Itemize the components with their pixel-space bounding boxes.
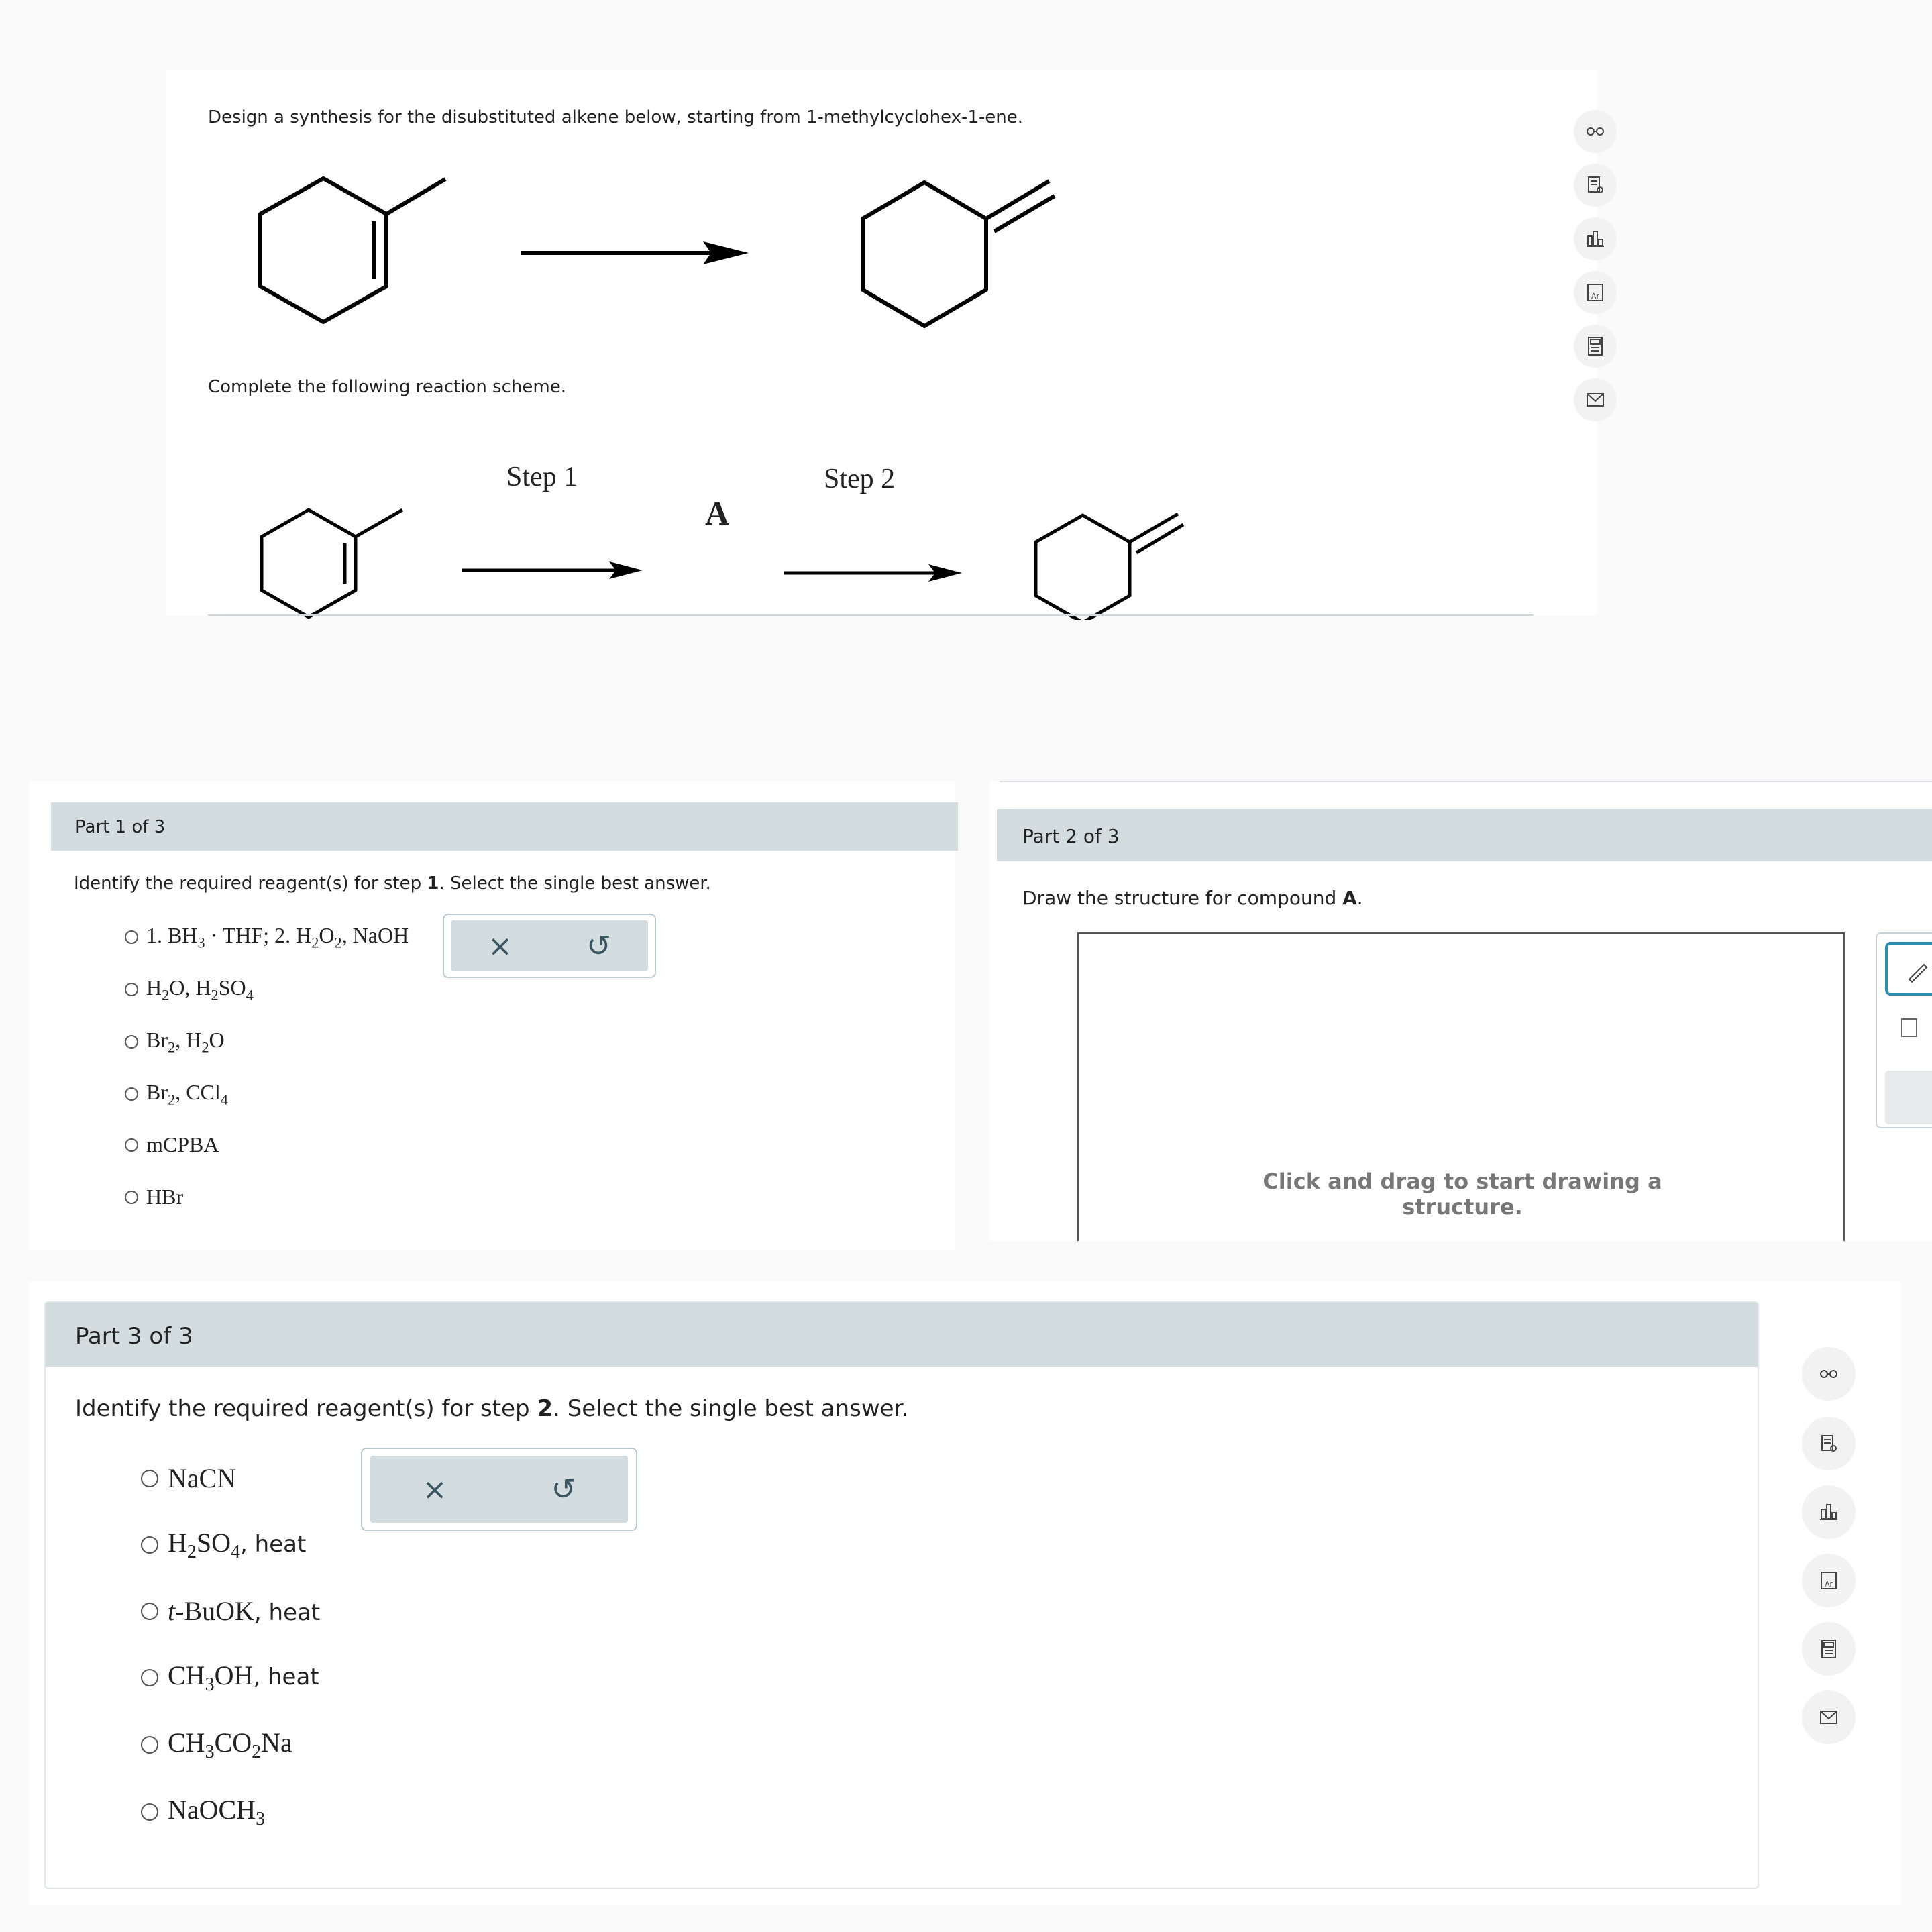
option-label: NaCN bbox=[168, 1463, 237, 1493]
part1-option[interactable]: HBr bbox=[125, 1185, 183, 1210]
glasses-icon[interactable] bbox=[1574, 110, 1617, 153]
part1-option[interactable]: mCPBA bbox=[125, 1132, 219, 1157]
option-label: H2SO4, heat bbox=[168, 1527, 307, 1562]
step1-label: Step 1 bbox=[506, 462, 578, 492]
part1-header: Part 1 of 3 bbox=[51, 802, 958, 851]
radio-button[interactable] bbox=[125, 983, 138, 997]
part3-option[interactable]: t-BuOK, heat bbox=[141, 1595, 320, 1627]
question-card: Design a synthesis for the disubstituted… bbox=[166, 70, 1597, 620]
clear-button[interactable]: × bbox=[423, 1472, 447, 1507]
toolbar-bottom: Ar bbox=[1802, 1347, 1856, 1750]
radio-button[interactable] bbox=[125, 1138, 138, 1152]
part1-card: Part 1 of 3 Identify the required reagen… bbox=[30, 781, 958, 1250]
radio-button[interactable] bbox=[141, 1669, 158, 1686]
svg-text:Ar: Ar bbox=[1591, 292, 1600, 301]
part3-header: Part 3 of 3 bbox=[46, 1303, 1758, 1367]
calculator-icon[interactable] bbox=[1574, 325, 1617, 368]
option-label: NaOCH3 bbox=[168, 1794, 266, 1829]
part3-action-bar: × ↺ bbox=[370, 1456, 628, 1523]
mail-icon[interactable] bbox=[1574, 378, 1617, 421]
option-label: 1. BH3 · THF; 2. H2O2, NaOH bbox=[146, 923, 409, 951]
part1-option[interactable]: Br2, CCl4 bbox=[125, 1080, 228, 1108]
undo-button[interactable]: ↺ bbox=[586, 929, 611, 963]
chart-icon[interactable] bbox=[1802, 1485, 1856, 1539]
calculator-icon[interactable] bbox=[1802, 1622, 1856, 1676]
part2-top-divider bbox=[1000, 781, 1932, 782]
clear-button[interactable]: × bbox=[488, 929, 513, 963]
compound-a-label: A bbox=[705, 494, 730, 532]
radio-button[interactable] bbox=[141, 1803, 158, 1821]
canvas-hint: Click and drag to start drawing a struct… bbox=[1263, 1169, 1662, 1220]
part2-prompt: Draw the structure for compound A. bbox=[1022, 887, 1363, 909]
periodic-table-icon[interactable]: Ar bbox=[1574, 271, 1617, 314]
undo-button[interactable]: ↺ bbox=[551, 1472, 576, 1507]
part3-option[interactable]: H2SO4, heat bbox=[141, 1527, 306, 1563]
radio-button[interactable] bbox=[141, 1536, 158, 1554]
step2-label: Step 2 bbox=[824, 464, 896, 494]
tool-button[interactable] bbox=[1885, 1071, 1932, 1124]
reaction-diagram-top bbox=[258, 176, 1056, 328]
part2-header-text: Part 2 of 3 bbox=[1022, 825, 1120, 847]
part3-prompt: Identify the required reagent(s) for ste… bbox=[75, 1395, 909, 1422]
glasses-icon[interactable] bbox=[1802, 1347, 1856, 1401]
drawing-toolbar bbox=[1876, 932, 1932, 1128]
part1-option[interactable]: 1. BH3 · THF; 2. H2O2, NaOH bbox=[125, 923, 409, 951]
scheme-text: Complete the following reaction scheme. bbox=[208, 377, 566, 397]
option-label: mCPBA bbox=[146, 1132, 219, 1157]
radio-button[interactable] bbox=[125, 1035, 138, 1049]
option-label: H2O, H2SO4 bbox=[146, 975, 254, 1004]
radio-button[interactable] bbox=[141, 1469, 158, 1487]
option-label: CH3CO2Na bbox=[168, 1727, 292, 1762]
radio-button[interactable] bbox=[125, 1190, 138, 1204]
part1-option[interactable]: H2O, H2SO4 bbox=[125, 975, 254, 1004]
part1-prompt: Identify the required reagent(s) for ste… bbox=[74, 873, 711, 894]
part3-card: Part 3 of 3 Identify the required reagen… bbox=[30, 1281, 1901, 1905]
notes-icon[interactable] bbox=[1802, 1417, 1856, 1470]
radio-button[interactable] bbox=[125, 930, 138, 945]
part1-header-text: Part 1 of 3 bbox=[75, 817, 166, 837]
option-label: HBr bbox=[146, 1185, 184, 1209]
periodic-table-icon[interactable]: Ar bbox=[1802, 1554, 1856, 1607]
divider bbox=[208, 614, 1534, 616]
part1-action-bar: × ↺ bbox=[451, 920, 648, 971]
notes-icon[interactable] bbox=[1574, 164, 1617, 207]
radio-button[interactable] bbox=[141, 1602, 158, 1620]
part1-option[interactable]: Br2, H2O bbox=[125, 1028, 225, 1056]
drawing-canvas[interactable]: Click and drag to start drawing a struct… bbox=[1077, 932, 1845, 1241]
chart-icon[interactable] bbox=[1574, 217, 1617, 260]
radio-button[interactable] bbox=[125, 1087, 138, 1102]
part3-header-text: Part 3 of 3 bbox=[75, 1323, 193, 1350]
reaction-scheme bbox=[260, 508, 1185, 620]
part3-option[interactable]: NaOCH3 bbox=[141, 1794, 265, 1830]
part3-option[interactable]: NaCN bbox=[141, 1462, 236, 1494]
part1-action-box: × ↺ bbox=[443, 914, 656, 978]
toolbar-top: Ar bbox=[1574, 110, 1617, 425]
radio-button[interactable] bbox=[141, 1736, 158, 1754]
part2-header: Part 2 of 3 bbox=[997, 809, 1932, 861]
part3-action-box: × ↺ bbox=[361, 1448, 637, 1531]
option-label: CH3OH, heat bbox=[168, 1660, 319, 1695]
option-label: t-BuOK, heat bbox=[168, 1596, 321, 1626]
option-label: Br2, CCl4 bbox=[146, 1080, 228, 1108]
part3-inner: Part 3 of 3 Identify the required reagen… bbox=[44, 1301, 1759, 1889]
pencil-icon bbox=[1908, 963, 1928, 983]
svg-text:Ar: Ar bbox=[1825, 1580, 1833, 1589]
select-tool-button[interactable] bbox=[1901, 1018, 1917, 1037]
mail-icon[interactable] bbox=[1802, 1690, 1856, 1744]
option-label: Br2, H2O bbox=[146, 1028, 225, 1056]
part3-option[interactable]: CH3CO2Na bbox=[141, 1727, 292, 1763]
part3-option[interactable]: CH3OH, heat bbox=[141, 1660, 319, 1696]
pencil-tool-button[interactable] bbox=[1885, 942, 1932, 996]
part2-card: Part 2 of 3 Draw the structure for compo… bbox=[990, 781, 1932, 1241]
